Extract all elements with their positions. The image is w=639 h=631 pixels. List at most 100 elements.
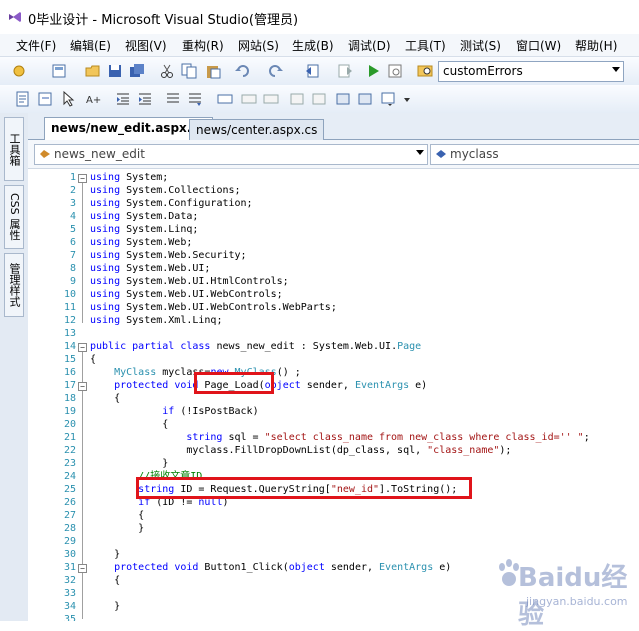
select-pointer-icon[interactable] xyxy=(60,90,78,108)
class-combo[interactable]: news_new_edit xyxy=(34,144,428,165)
code-line[interactable]: 28 } xyxy=(28,522,639,535)
menu-file[interactable]: 文件(F) xyxy=(16,37,56,54)
manage-styles-tab[interactable]: 管理样式 xyxy=(4,253,24,317)
line-number: 24 xyxy=(63,471,76,482)
menu-build[interactable]: 生成(B) xyxy=(292,37,334,54)
title-bar: 0毕业设计 - Microsoft Visual Studio(管理员) xyxy=(0,0,639,34)
code-line[interactable]: 4 using System.Data; xyxy=(28,210,639,223)
code-line[interactable]: 7 using System.Web.Security; xyxy=(28,249,639,262)
standard-toolbar: customErrors xyxy=(0,57,639,135)
code-line[interactable]: 11 using System.Web.UI.WebControls.WebPar… xyxy=(28,301,639,314)
code-line[interactable]: 13 xyxy=(28,327,639,340)
code-line[interactable]: 6 using System.Web; xyxy=(28,236,639,249)
tab-center[interactable]: news/center.aspx.cs xyxy=(189,119,325,140)
save-all-icon[interactable] xyxy=(128,62,146,80)
code-line[interactable]: 5 using System.Linq; xyxy=(28,223,639,236)
menu-view[interactable]: 视图(V) xyxy=(125,37,167,54)
collapse-icon[interactable]: − xyxy=(78,343,87,352)
prev-bookmark-folder-icon[interactable] xyxy=(288,90,306,108)
code-line[interactable]: 27 { xyxy=(28,509,639,522)
code-line[interactable]: 18 { xyxy=(28,392,639,405)
find-in-files-icon[interactable] xyxy=(416,62,434,80)
next-bookmark-folder-icon[interactable] xyxy=(310,90,328,108)
paste-icon[interactable] xyxy=(204,62,222,80)
next-bookmark-icon[interactable] xyxy=(262,90,280,108)
code-line[interactable]: 22 myclass.FillDropDownList(dp_class, sq… xyxy=(28,444,639,457)
start-debugging-icon[interactable] xyxy=(364,62,382,80)
line-number: 6 xyxy=(69,237,76,248)
collapse-icon[interactable]: − xyxy=(78,382,87,391)
toolbox-label: 工具箱 xyxy=(8,132,21,166)
code-line[interactable]: 29 xyxy=(28,535,639,548)
code-line[interactable]: 12 using System.Xml.Linq; xyxy=(28,314,639,327)
navigate-forward-icon[interactable] xyxy=(336,62,354,80)
highlight-querystring xyxy=(136,477,472,499)
menu-window[interactable]: 窗口(W) xyxy=(516,37,561,54)
code-text: myclass.FillDropDownList(dp_class, sql, … xyxy=(90,445,512,456)
save-icon[interactable] xyxy=(106,62,124,80)
toolbox-tab[interactable]: 工具箱 xyxy=(4,117,24,181)
chevron-down-icon xyxy=(416,150,424,155)
previous-bookmark-icon[interactable] xyxy=(240,90,258,108)
outdent-icon[interactable] xyxy=(114,90,132,108)
indent-icon[interactable] xyxy=(136,90,154,108)
line-number: 9 xyxy=(69,276,76,287)
code-line[interactable]: 17− protected void Page_Load(object send… xyxy=(28,379,639,392)
code-line[interactable]: 3 using System.Configuration; xyxy=(28,197,639,210)
code-line[interactable]: 1− using System; xyxy=(28,171,639,184)
clear-bookmarks-icon[interactable] xyxy=(334,90,352,108)
cut-icon[interactable] xyxy=(158,62,176,80)
bookmark-icon[interactable] xyxy=(216,90,234,108)
code-line[interactable]: 23 } xyxy=(28,457,639,470)
menu-debug[interactable]: 调试(D) xyxy=(348,37,391,54)
add-item-icon[interactable] xyxy=(50,62,68,80)
menu-help[interactable]: 帮助(H) xyxy=(575,37,617,54)
redo-icon[interactable] xyxy=(266,62,284,80)
menu-website[interactable]: 网站(S) xyxy=(238,37,279,54)
code-text: using System.Web.UI.WebControls; xyxy=(90,289,283,300)
css-properties-tab[interactable]: CSS 属性 xyxy=(4,185,24,249)
copy-icon[interactable] xyxy=(180,62,198,80)
open-folder-icon[interactable] xyxy=(84,62,102,80)
menu-test[interactable]: 测试(S) xyxy=(460,37,501,54)
watermark: Baidu经验 jingyan.baidu.com xyxy=(496,551,636,630)
code-line[interactable]: 21 string sql = "select class_name from … xyxy=(28,431,639,444)
new-project-icon[interactable] xyxy=(10,62,28,80)
menu-refactor[interactable]: 重构(R) xyxy=(182,37,224,54)
menu-tools[interactable]: 工具(T) xyxy=(405,37,446,54)
code-text: using System.Web.Security; xyxy=(90,250,247,261)
menu-edit[interactable]: 编辑(E) xyxy=(70,37,111,54)
code-line[interactable]: 20 { xyxy=(28,418,639,431)
comment-selection-icon[interactable] xyxy=(164,90,182,108)
previous-bookmark-document-icon[interactable] xyxy=(356,90,374,108)
visual-studio-icon xyxy=(9,12,21,22)
member-combo-value: myclass xyxy=(450,147,499,161)
text-format-icon[interactable]: A+ xyxy=(84,90,102,108)
code-line[interactable]: 10 using System.Web.UI.WebControls; xyxy=(28,288,639,301)
code-line[interactable]: 19 if (!IsPostBack) xyxy=(28,405,639,418)
comment-icon[interactable] xyxy=(36,90,54,108)
code-line[interactable]: 8 using System.Web.UI; xyxy=(28,262,639,275)
left-tool-strip: 工具箱 CSS 属性 管理样式 xyxy=(0,113,29,621)
line-number: 14 xyxy=(63,341,76,352)
view-in-browser-icon[interactable] xyxy=(386,62,404,80)
tab-new-edit[interactable]: news/new_edit.aspx.cs xyxy=(44,117,213,140)
navigate-backward-icon[interactable] xyxy=(304,62,322,80)
collapse-icon[interactable]: − xyxy=(78,564,87,573)
code-line[interactable]: 15 { xyxy=(28,353,639,366)
undo-icon[interactable] xyxy=(234,62,252,80)
line-number: 30 xyxy=(63,549,76,560)
uncomment-selection-icon[interactable] xyxy=(186,90,204,108)
code-line[interactable]: 14− public partial class news_new_edit : … xyxy=(28,340,639,353)
code-line[interactable]: 16 MyClass myclass=new MyClass() ; xyxy=(28,366,639,379)
collapse-icon[interactable]: − xyxy=(78,174,87,183)
toolbar-options-icon[interactable] xyxy=(402,90,420,108)
find-combo[interactable]: customErrors xyxy=(438,61,624,82)
member-combo[interactable]: myclass xyxy=(430,144,639,165)
code-line[interactable]: 9 using System.Web.UI.HtmlControls; xyxy=(28,275,639,288)
bookmark-window-icon[interactable] xyxy=(380,90,398,108)
document-outline-icon[interactable] xyxy=(14,90,32,108)
code-line[interactable]: 2 using System.Collections; xyxy=(28,184,639,197)
code-text: using System.Web.UI; xyxy=(90,263,211,274)
formatting-toolbar: A+ xyxy=(0,85,639,114)
